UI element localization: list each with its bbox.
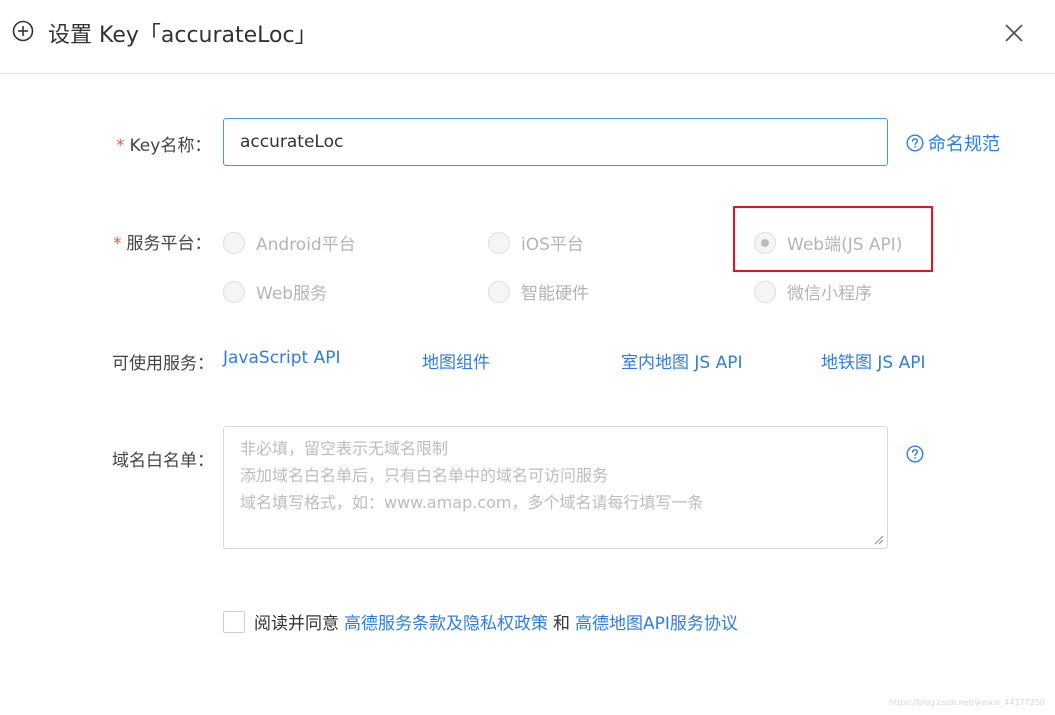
- radio-label: iOS平台: [521, 235, 584, 255]
- radio-label: 微信小程序: [787, 284, 872, 304]
- watermark: https://blog.csdn.net/weixin_44177250: [888, 698, 1045, 707]
- radio-web-service[interactable]: Web服务: [223, 279, 327, 304]
- key-name-input[interactable]: [223, 118, 888, 166]
- agreement-checkbox[interactable]: [223, 610, 245, 633]
- required-mark: *: [113, 234, 122, 254]
- domain-whitelist-textarea[interactable]: [223, 426, 888, 549]
- radio-ios[interactable]: iOS平台: [488, 230, 584, 255]
- radio-wechat-miniprogram[interactable]: 微信小程序: [754, 279, 872, 304]
- service-link-map-components[interactable]: 地图组件: [422, 348, 490, 373]
- radio-dot: [488, 280, 510, 303]
- service-link-javascript-api[interactable]: JavaScript API: [223, 348, 341, 368]
- services-label: 可使用服务：: [112, 354, 214, 374]
- platform-label: * 服务平台：: [113, 229, 212, 254]
- naming-rules-text: 命名规范: [928, 134, 1000, 155]
- radio-dot: [754, 280, 776, 303]
- question-circle-icon: [906, 134, 924, 152]
- service-link-subway-map[interactable]: 地铁图 JS API: [821, 348, 926, 373]
- radio-dot: [223, 231, 245, 254]
- key-name-label-text: Key名称：: [129, 136, 212, 156]
- radio-dot: [488, 231, 510, 254]
- dialog-header: 设置 Key「accurateLoc」: [0, 0, 1055, 74]
- required-mark: *: [116, 136, 125, 156]
- resize-grip-icon[interactable]: [872, 533, 884, 545]
- platform-label-text: 服务平台：: [126, 234, 212, 254]
- plus-circle-icon: [12, 20, 34, 42]
- agreement-prefix: 阅读并同意: [254, 614, 339, 634]
- radio-label: Web服务: [256, 284, 328, 304]
- radio-dot: [223, 280, 245, 303]
- terms-privacy-link[interactable]: 高德服务条款及隐私权政策: [344, 609, 548, 634]
- radio-smart-hardware[interactable]: 智能硬件: [488, 279, 589, 304]
- key-name-label: * Key名称：: [116, 131, 211, 156]
- api-service-agreement-link[interactable]: 高德地图API服务协议: [575, 609, 738, 634]
- highlight-box: [733, 206, 933, 272]
- close-icon[interactable]: [1003, 22, 1025, 44]
- question-circle-icon[interactable]: [906, 445, 924, 463]
- service-link-indoor-map[interactable]: 室内地图 JS API: [621, 348, 743, 373]
- dialog-title: 设置 Key「accurateLoc」: [48, 23, 317, 48]
- domain-whitelist-label: 域名白名单：: [112, 451, 214, 471]
- radio-label: Android平台: [256, 235, 356, 255]
- agreement-and: 和: [553, 614, 570, 634]
- radio-label: 智能硬件: [521, 284, 589, 304]
- naming-rules-link[interactable]: 命名规范: [906, 130, 1000, 156]
- agreement-row: 阅读并同意 高德服务条款及隐私权政策 和 高德地图API服务协议: [223, 609, 738, 634]
- radio-android[interactable]: Android平台: [223, 230, 356, 255]
